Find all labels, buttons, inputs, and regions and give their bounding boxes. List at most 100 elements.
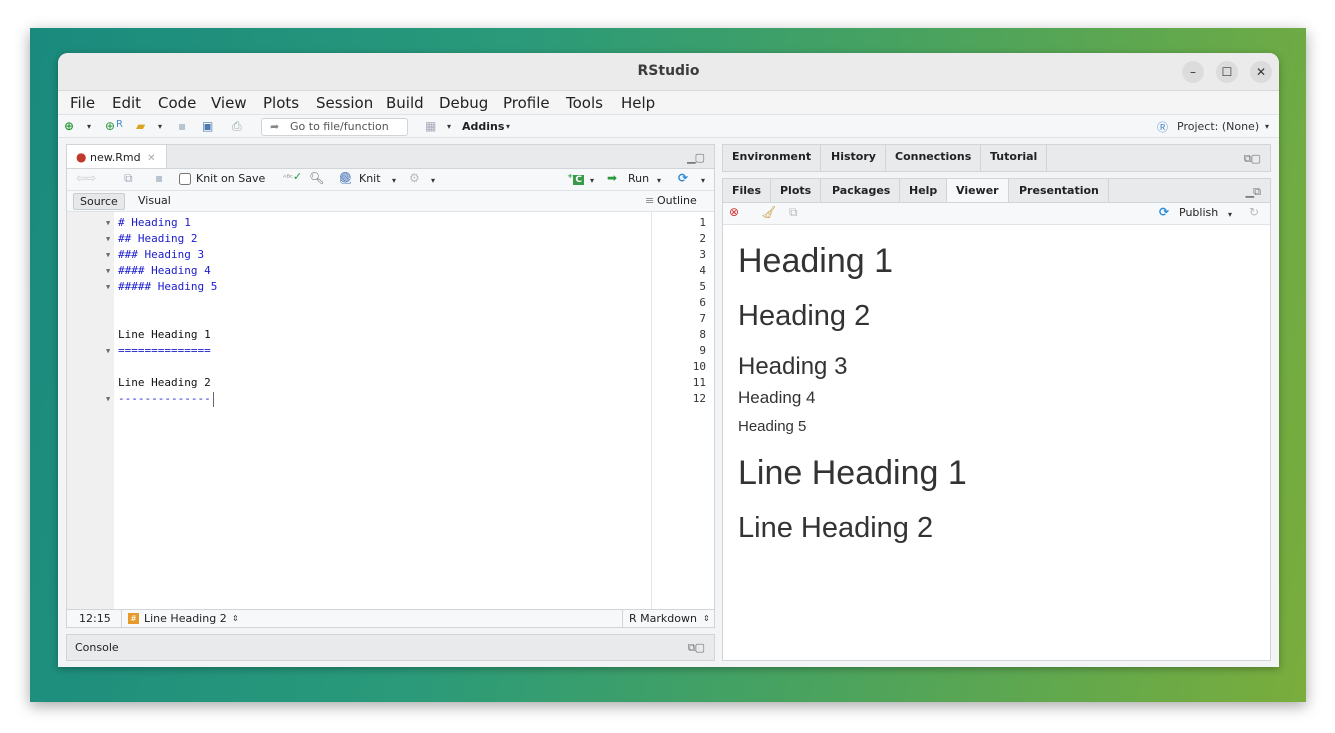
editor-tab-new-rmd[interactable]: ● new.Rmd ✕ <box>67 145 167 168</box>
goto-placeholder: Go to file/function <box>290 120 389 133</box>
fold-toggle-icon[interactable]: ▼ <box>106 251 110 259</box>
menu-tools[interactable]: Tools <box>566 94 603 112</box>
tab-connections[interactable]: Connections <box>886 145 982 171</box>
open-file-icon[interactable]: ▰ <box>136 119 145 135</box>
code-line[interactable]: 10 <box>67 360 714 376</box>
tab-packages[interactable]: Packages <box>823 179 901 202</box>
project-menu[interactable]: Project: (None) <box>1177 120 1259 136</box>
file-type-selector[interactable]: R Markdown <box>629 612 697 625</box>
publish-dropdown-icon[interactable]: ▾ <box>1228 210 1232 226</box>
menu-file[interactable]: File <box>70 94 95 112</box>
source-mode-button[interactable]: Source <box>73 193 125 210</box>
settings-gear-icon[interactable]: ⚙ <box>409 171 420 187</box>
tab-tutorial[interactable]: Tutorial <box>981 145 1048 171</box>
env-restore-maximize-icon[interactable]: ⧉▢ <box>1244 152 1261 166</box>
show-in-window-icon[interactable]: ⧉ <box>789 205 798 221</box>
code-line[interactable]: 7 <box>67 312 714 328</box>
code-line[interactable]: 2 ▼ ## Heading 2 <box>67 232 714 248</box>
new-file-dropdown-icon[interactable]: ▾ <box>87 122 91 138</box>
code-line[interactable]: 6 <box>67 296 714 312</box>
clear-viewer-icon[interactable]: ⊗ <box>729 205 739 221</box>
back-icon[interactable]: ⇦⇨ <box>76 171 96 187</box>
console-pane[interactable]: Console ⧉▢ <box>66 634 715 661</box>
menu-profile[interactable]: Profile <box>503 94 550 112</box>
viewer-minimize-restore-icon[interactable]: ▁⧉ <box>1246 185 1261 199</box>
code-line[interactable]: 12 ▼ -------------- <box>67 392 714 408</box>
minimize-button[interactable]: – <box>1182 61 1204 83</box>
line-number: 8 <box>699 328 706 341</box>
open-file-dropdown-icon[interactable]: ▾ <box>158 122 162 138</box>
tab-viewer[interactable]: Viewer <box>947 179 1009 202</box>
close-tab-icon[interactable]: ✕ <box>147 153 155 164</box>
line-number: 9 <box>699 344 706 357</box>
fold-toggle-icon[interactable]: ▼ <box>106 219 110 227</box>
spellcheck-icon[interactable]: ᴬᴮᶜ✓ <box>283 170 302 186</box>
fold-toggle-icon[interactable]: ▼ <box>106 267 110 275</box>
save-all-icon[interactable]: ▣ <box>202 119 213 135</box>
knit-on-save-checkbox[interactable] <box>179 173 191 185</box>
menu-debug[interactable]: Debug <box>439 94 488 112</box>
find-replace-icon[interactable]: 🔍︎ <box>309 171 324 187</box>
close-button[interactable]: ✕ <box>1250 61 1272 83</box>
refresh-icon[interactable]: ↻ <box>1249 205 1259 221</box>
tab-help[interactable]: Help <box>900 179 948 202</box>
new-project-icon[interactable]: ⊕ <box>105 119 115 135</box>
fold-toggle-icon[interactable]: ▼ <box>106 283 110 291</box>
maximize-button[interactable]: ☐ <box>1216 61 1238 83</box>
menu-session[interactable]: Session <box>316 94 373 112</box>
menu-code[interactable]: Code <box>158 94 196 112</box>
tab-environment[interactable]: Environment <box>723 145 822 171</box>
show-in-window-icon[interactable]: ⧉ <box>124 171 133 187</box>
project-dropdown-icon: ▾ <box>1265 122 1270 131</box>
fold-toggle-icon[interactable]: ▼ <box>106 347 110 355</box>
menu-edit[interactable]: Edit <box>112 94 141 112</box>
run-button[interactable]: Run <box>628 172 649 188</box>
fold-toggle-icon[interactable]: ▼ <box>106 235 110 243</box>
tab-files[interactable]: Files <box>723 179 772 202</box>
menu-plots[interactable]: Plots <box>263 94 299 112</box>
menu-help[interactable]: Help <box>621 94 655 112</box>
save-icon[interactable]: ▪ <box>178 119 186 135</box>
editor-minimize-maximize-icon[interactable]: ▁▢ <box>687 151 705 164</box>
addins-button[interactable]: Addins <box>462 120 504 136</box>
code-line[interactable]: 1 ▼ # Heading 1 <box>67 216 714 232</box>
status-divider <box>622 610 623 627</box>
publish-icon[interactable]: ⟳ <box>678 171 688 187</box>
grid-layout-icon[interactable]: ▦ <box>425 119 436 135</box>
publish-button[interactable]: Publish <box>1179 206 1218 222</box>
section-navigator[interactable]: Line Heading 2 <box>144 612 227 625</box>
outline-button[interactable]: Outline <box>657 194 697 207</box>
visual-mode-button[interactable]: Visual <box>138 194 171 207</box>
print-icon[interactable]: ⎙ <box>232 119 242 135</box>
console-restore-maximize-icon[interactable]: ⧉▢ <box>688 641 705 655</box>
menu-view[interactable]: View <box>211 94 247 112</box>
main-toolbar: ⊕ ▾ ⊕ R ▰ ▾ ▪ ▣ ⎙ ➦ Go to file/function … <box>58 114 1279 138</box>
code-line[interactable]: 8 Line Heading 1 <box>67 328 714 344</box>
insert-chunk-dropdown-icon[interactable]: ▾ <box>590 176 594 192</box>
code-line[interactable]: 11 Line Heading 2 <box>67 376 714 392</box>
section-navigator-icon: ⇕ <box>232 614 239 623</box>
code-line[interactable]: 9 ▼ ============== <box>67 344 714 360</box>
goto-file-input[interactable]: ➦ Go to file/function <box>261 118 408 136</box>
tab-history[interactable]: History <box>822 145 886 171</box>
viewer-heading-4: Heading 4 <box>738 388 816 407</box>
code-line[interactable]: 3 ▼ ### Heading 3 <box>67 248 714 264</box>
code-line[interactable]: 5 ▼ ##### Heading 5 <box>67 280 714 296</box>
knit-button[interactable]: Knit <box>359 172 381 188</box>
insert-chunk-icon[interactable]: ⁺ C <box>567 171 584 187</box>
tab-plots[interactable]: Plots <box>771 179 822 202</box>
new-file-icon[interactable]: ⊕ <box>64 119 74 135</box>
tab-presentation[interactable]: Presentation <box>1010 179 1109 202</box>
publish-dropdown-icon[interactable]: ▾ <box>701 176 705 192</box>
menu-build[interactable]: Build <box>386 94 424 112</box>
fold-toggle-icon[interactable]: ▼ <box>106 395 110 403</box>
knit-dropdown-icon[interactable]: ▾ <box>392 176 396 192</box>
code-editor[interactable]: 1 ▼ # Heading 1 2 ▼ ## Heading 2 3 ▼ ### Heading… <box>66 212 715 610</box>
code-line[interactable]: 4 ▼ #### Heading 4 <box>67 264 714 280</box>
settings-dropdown-icon[interactable]: ▾ <box>431 176 435 192</box>
editor-save-icon[interactable]: ▪ <box>155 171 163 187</box>
run-dropdown-icon[interactable]: ▾ <box>657 176 661 192</box>
broom-clear-all-icon[interactable]: 🧹︎ <box>761 205 776 221</box>
console-label: Console <box>75 641 119 654</box>
layout-dropdown-icon[interactable]: ▾ <box>447 122 451 138</box>
